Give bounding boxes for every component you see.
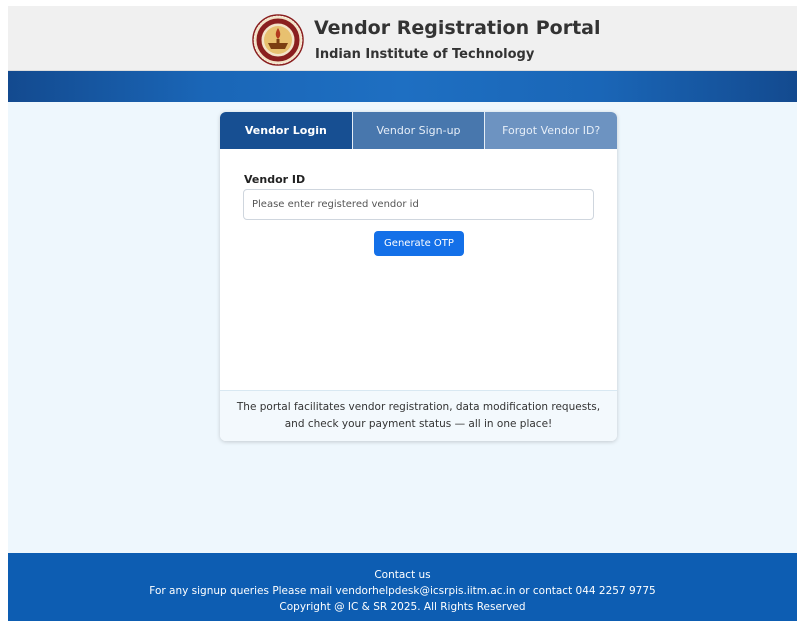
site-footer: Contact us For any signup queries Please… xyxy=(8,553,797,621)
tab-forgot-vendor-id[interactable]: Forgot Vendor ID? xyxy=(485,112,617,149)
generate-otp-button[interactable]: Generate OTP xyxy=(374,231,464,256)
info-line-2: and check your payment status — all in o… xyxy=(284,418,553,430)
copyright-text: Copyright @ IC & SR 2025. All Rights Res… xyxy=(279,601,526,613)
site-header: Vendor Registration Portal Indian Instit… xyxy=(8,6,797,71)
portal-info-panel: The portal facilitates vendor registrati… xyxy=(220,390,617,441)
portal-title: Vendor Registration Portal xyxy=(314,17,601,39)
institute-name: Indian Institute of Technology xyxy=(315,47,535,62)
tab-vendor-login[interactable]: Vendor Login xyxy=(220,112,353,149)
header-band xyxy=(8,71,797,102)
tab-vendor-signup[interactable]: Vendor Sign-up xyxy=(352,112,486,149)
contact-heading: Contact us xyxy=(374,569,431,581)
page-frame: Vendor Registration Portal Indian Instit… xyxy=(8,6,797,621)
institute-seal-logo xyxy=(252,14,304,66)
info-line-1: The portal facilitates vendor registrati… xyxy=(236,401,601,413)
login-card: Vendor Login Vendor Sign-up Forgot Vendo… xyxy=(220,112,617,441)
vendor-id-label: Vendor ID xyxy=(244,173,306,186)
tab-bar: Vendor Login Vendor Sign-up Forgot Vendo… xyxy=(220,112,617,149)
vendor-id-input[interactable] xyxy=(243,189,594,220)
contact-details: For any signup queries Please mail vendo… xyxy=(149,585,656,597)
